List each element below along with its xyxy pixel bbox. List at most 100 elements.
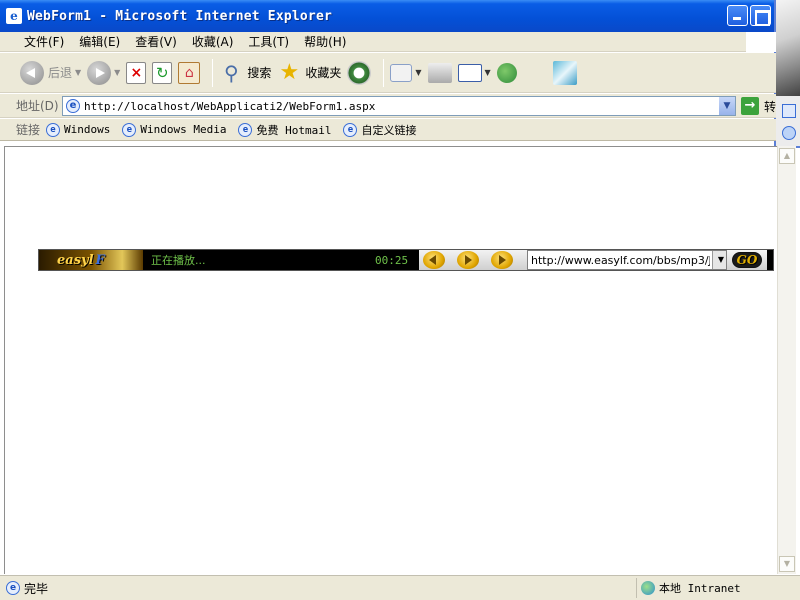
- mail-icon: [390, 63, 413, 82]
- user-icon[interactable]: [782, 126, 796, 140]
- scroll-up-icon[interactable]: ▲: [779, 148, 795, 164]
- search-button[interactable]: ⚲ 搜索: [219, 57, 271, 89]
- search-label: 搜索: [247, 66, 272, 80]
- link-label: Windows Media: [140, 123, 227, 136]
- address-label: 地址(D): [16, 99, 59, 113]
- edit-button[interactable]: ▼: [457, 57, 491, 89]
- previous-icon[interactable]: [423, 251, 445, 269]
- page-icon: e: [122, 122, 137, 137]
- player-controls: [419, 250, 527, 270]
- chevron-down-icon[interactable]: ▼: [415, 68, 421, 77]
- mail-button[interactable]: ▼: [390, 57, 422, 89]
- page-icon: e: [238, 122, 253, 137]
- status-bar: e 完毕 本地 Intranet: [0, 575, 800, 600]
- security-zone: 本地 Intranet: [636, 578, 796, 598]
- links-bar: 链接 e Windows e Windows Media e 免费 Hotmail e…: [0, 119, 776, 141]
- player-logo: easyl F: [39, 250, 143, 270]
- favorites-label: 收藏夹: [305, 66, 342, 80]
- player-go-label: GO: [731, 252, 763, 268]
- discuss-button[interactable]: [552, 57, 577, 89]
- next-icon[interactable]: [491, 251, 513, 269]
- back-button[interactable]: 后退 ▼: [20, 57, 81, 89]
- page-icon: e: [343, 122, 358, 137]
- window-title: WebForm1 - Microsoft Internet Explorer: [27, 8, 333, 24]
- link-windows-media[interactable]: e Windows Media: [122, 122, 227, 137]
- links-label: 链接: [16, 123, 41, 137]
- maximize-button[interactable]: [750, 5, 771, 26]
- logo-text: easyl: [57, 252, 94, 268]
- home-button[interactable]: ⌂: [178, 57, 201, 89]
- page-icon: e: [46, 122, 61, 137]
- menu-edit[interactable]: 编辑(E): [79, 33, 120, 50]
- side-panel: [774, 0, 800, 148]
- star-icon: ★: [279, 59, 300, 85]
- standard-toolbar: 后退 ▼ ▼ × ↻ ⌂ ⚲ 搜索 ★ 收藏夹 ▼ ▼: [0, 53, 776, 93]
- vertical-scrollbar[interactable]: ▲ ▼: [777, 146, 796, 574]
- toolbar-divider: [383, 58, 385, 87]
- globe-icon: [641, 581, 655, 595]
- status-text: 完毕: [24, 581, 49, 596]
- back-arrow-icon: [20, 60, 44, 85]
- ie-page-icon: e: [6, 8, 22, 24]
- link-hotmail[interactable]: e 免费 Hotmail: [238, 122, 331, 138]
- scroll-down-icon[interactable]: ▼: [779, 556, 795, 572]
- link-label: Windows: [64, 123, 111, 136]
- window-icon[interactable]: [782, 104, 796, 118]
- forward-button[interactable]: ▼: [87, 57, 120, 89]
- page-icon: e: [66, 99, 80, 113]
- chevron-down-icon[interactable]: ▼: [712, 251, 726, 269]
- title-bar: e WebForm1 - Microsoft Internet Explorer: [0, 0, 776, 32]
- home-icon: ⌂: [178, 61, 201, 84]
- edit-icon: [457, 63, 482, 82]
- chevron-down-icon[interactable]: ▼: [75, 68, 81, 77]
- go-button[interactable]: →: [741, 97, 759, 115]
- avatar-image: [776, 0, 800, 96]
- link-label: 自定义链接: [361, 123, 417, 137]
- print-button[interactable]: [427, 57, 452, 89]
- discuss-icon: [552, 60, 577, 85]
- favorites-button[interactable]: ★ 收藏夹: [277, 57, 341, 89]
- minimize-button[interactable]: [727, 5, 748, 26]
- music-player: easyl F 正在播放... 00:25 http://www.easylf.…: [38, 249, 774, 271]
- play-icon[interactable]: [457, 251, 479, 269]
- media-button[interactable]: [347, 57, 372, 89]
- track-url: http://www.easylf.com/bbs/mp3/JinH: [531, 253, 710, 267]
- logo-f: F: [95, 252, 105, 268]
- track-url-select[interactable]: http://www.easylf.com/bbs/mp3/JinH ▼: [527, 250, 727, 270]
- player-go-button[interactable]: GO: [727, 250, 767, 270]
- menu-view[interactable]: 查看(V): [135, 33, 177, 50]
- menu-favorites[interactable]: 收藏(A): [192, 33, 234, 50]
- messenger-button[interactable]: [496, 57, 517, 89]
- toolbar-divider: [212, 58, 214, 87]
- messenger-icon: [496, 62, 517, 83]
- menu-help[interactable]: 帮助(H): [304, 33, 346, 50]
- player-status: 正在播放...: [151, 254, 206, 267]
- menu-bar: 文件(F) 编辑(E) 查看(V) 收藏(A) 工具(T) 帮助(H): [0, 32, 776, 52]
- chevron-down-icon[interactable]: ▼: [719, 97, 735, 115]
- chevron-down-icon[interactable]: ▼: [114, 68, 120, 77]
- address-input[interactable]: e http://localhost/WebApplicati2/WebForm…: [62, 96, 736, 116]
- address-url[interactable]: http://localhost/WebApplicati2/WebForm1.…: [84, 100, 375, 113]
- link-label: 免费 Hotmail: [256, 123, 332, 137]
- stop-icon: ×: [126, 61, 147, 84]
- chevron-down-icon[interactable]: ▼: [485, 68, 491, 77]
- ie-logo-icon: [746, 32, 776, 52]
- link-windows[interactable]: e Windows: [46, 122, 111, 137]
- media-icon: [347, 60, 372, 85]
- page-content: [4, 146, 777, 574]
- address-bar: 地址(D) e http://localhost/WebApplicati2/W…: [0, 94, 776, 118]
- page-icon: e: [6, 581, 20, 595]
- link-customize[interactable]: e 自定义链接: [343, 122, 416, 138]
- go-label[interactable]: 转: [764, 98, 776, 115]
- player-time: 00:25: [375, 253, 409, 267]
- zone-label: 本地 Intranet: [659, 582, 741, 595]
- stop-button[interactable]: ×: [126, 57, 147, 89]
- search-icon: ⚲: [224, 60, 239, 85]
- refresh-button[interactable]: ↻: [152, 57, 173, 89]
- refresh-icon: ↻: [152, 61, 173, 84]
- printer-icon: [427, 62, 452, 83]
- menu-file[interactable]: 文件(F): [24, 33, 64, 50]
- back-label: 后退: [48, 66, 73, 80]
- menu-tools[interactable]: 工具(T): [248, 33, 289, 50]
- forward-arrow-icon: [87, 60, 112, 85]
